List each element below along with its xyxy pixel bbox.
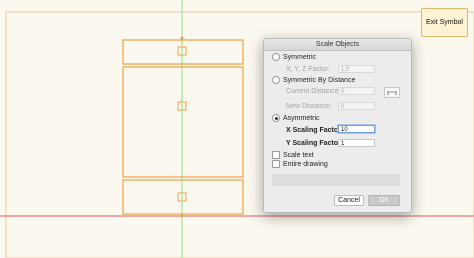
x-scaling-row: X Scaling Factor: [286,125,343,135]
symmetric-label: Symmetric [283,53,317,61]
new-distance-label: New Distance: [286,102,332,110]
entire-drawing-checkbox[interactable] [272,160,280,168]
dialog-status-area [272,174,400,186]
current-distance-label: Current Distance: [286,87,341,95]
scale-text-label: Scale text [283,151,314,159]
cancel-button[interactable]: Cancel [334,195,364,206]
x-scaling-field[interactable]: 10 [338,125,375,133]
y-scaling-field[interactable]: 1 [338,139,375,147]
shape-rectangle-middle[interactable] [122,66,244,178]
xyz-factor-row: X, Y, Z Factor: [286,64,330,74]
anchor-point-bottom [180,214,184,218]
entire-drawing-label: Entire drawing [283,160,328,168]
new-distance-field[interactable]: 0 [338,102,375,110]
new-distance-row: New Distance: [286,101,331,111]
symmetric-by-distance-label: Symmetric By Distance [283,76,356,84]
measure-distance-icon [387,90,397,95]
asymmetric-radio[interactable] [272,114,280,122]
xyz-factor-label: X, Y, Z Factor: [286,65,331,73]
symmetric-by-distance-option[interactable]: Symmetric By Distance [272,75,355,85]
xyz-factor-field[interactable]: 1.0 [338,65,375,73]
y-scaling-label: Y Scaling Factor: [286,139,344,147]
ok-button[interactable]: OK [368,195,400,206]
y-scaling-row: Y Scaling Factor: [286,138,343,148]
dialog-title: Scale Objects [264,39,411,51]
exit-symbol-button[interactable]: Exit Symbol [421,8,468,37]
shape-rectangle-bottom[interactable] [122,179,244,215]
symmetric-radio[interactable] [272,53,280,61]
symmetric-option[interactable]: Symmetric [272,52,316,62]
entire-drawing-option[interactable]: Entire drawing [272,159,328,169]
current-distance-row: Current Distance: [286,86,340,96]
asymmetric-label: Asymmetric [283,114,320,122]
asymmetric-option[interactable]: Asymmetric [272,113,320,123]
symmetric-by-distance-radio[interactable] [272,76,280,84]
scale-text-checkbox[interactable] [272,151,280,159]
pick-distance-button[interactable] [384,87,400,98]
anchor-point-top [180,36,184,40]
current-distance-field[interactable]: 0 [338,87,375,95]
x-scaling-label: X Scaling Factor: [286,126,344,134]
shape-rectangle-top[interactable] [122,39,244,65]
